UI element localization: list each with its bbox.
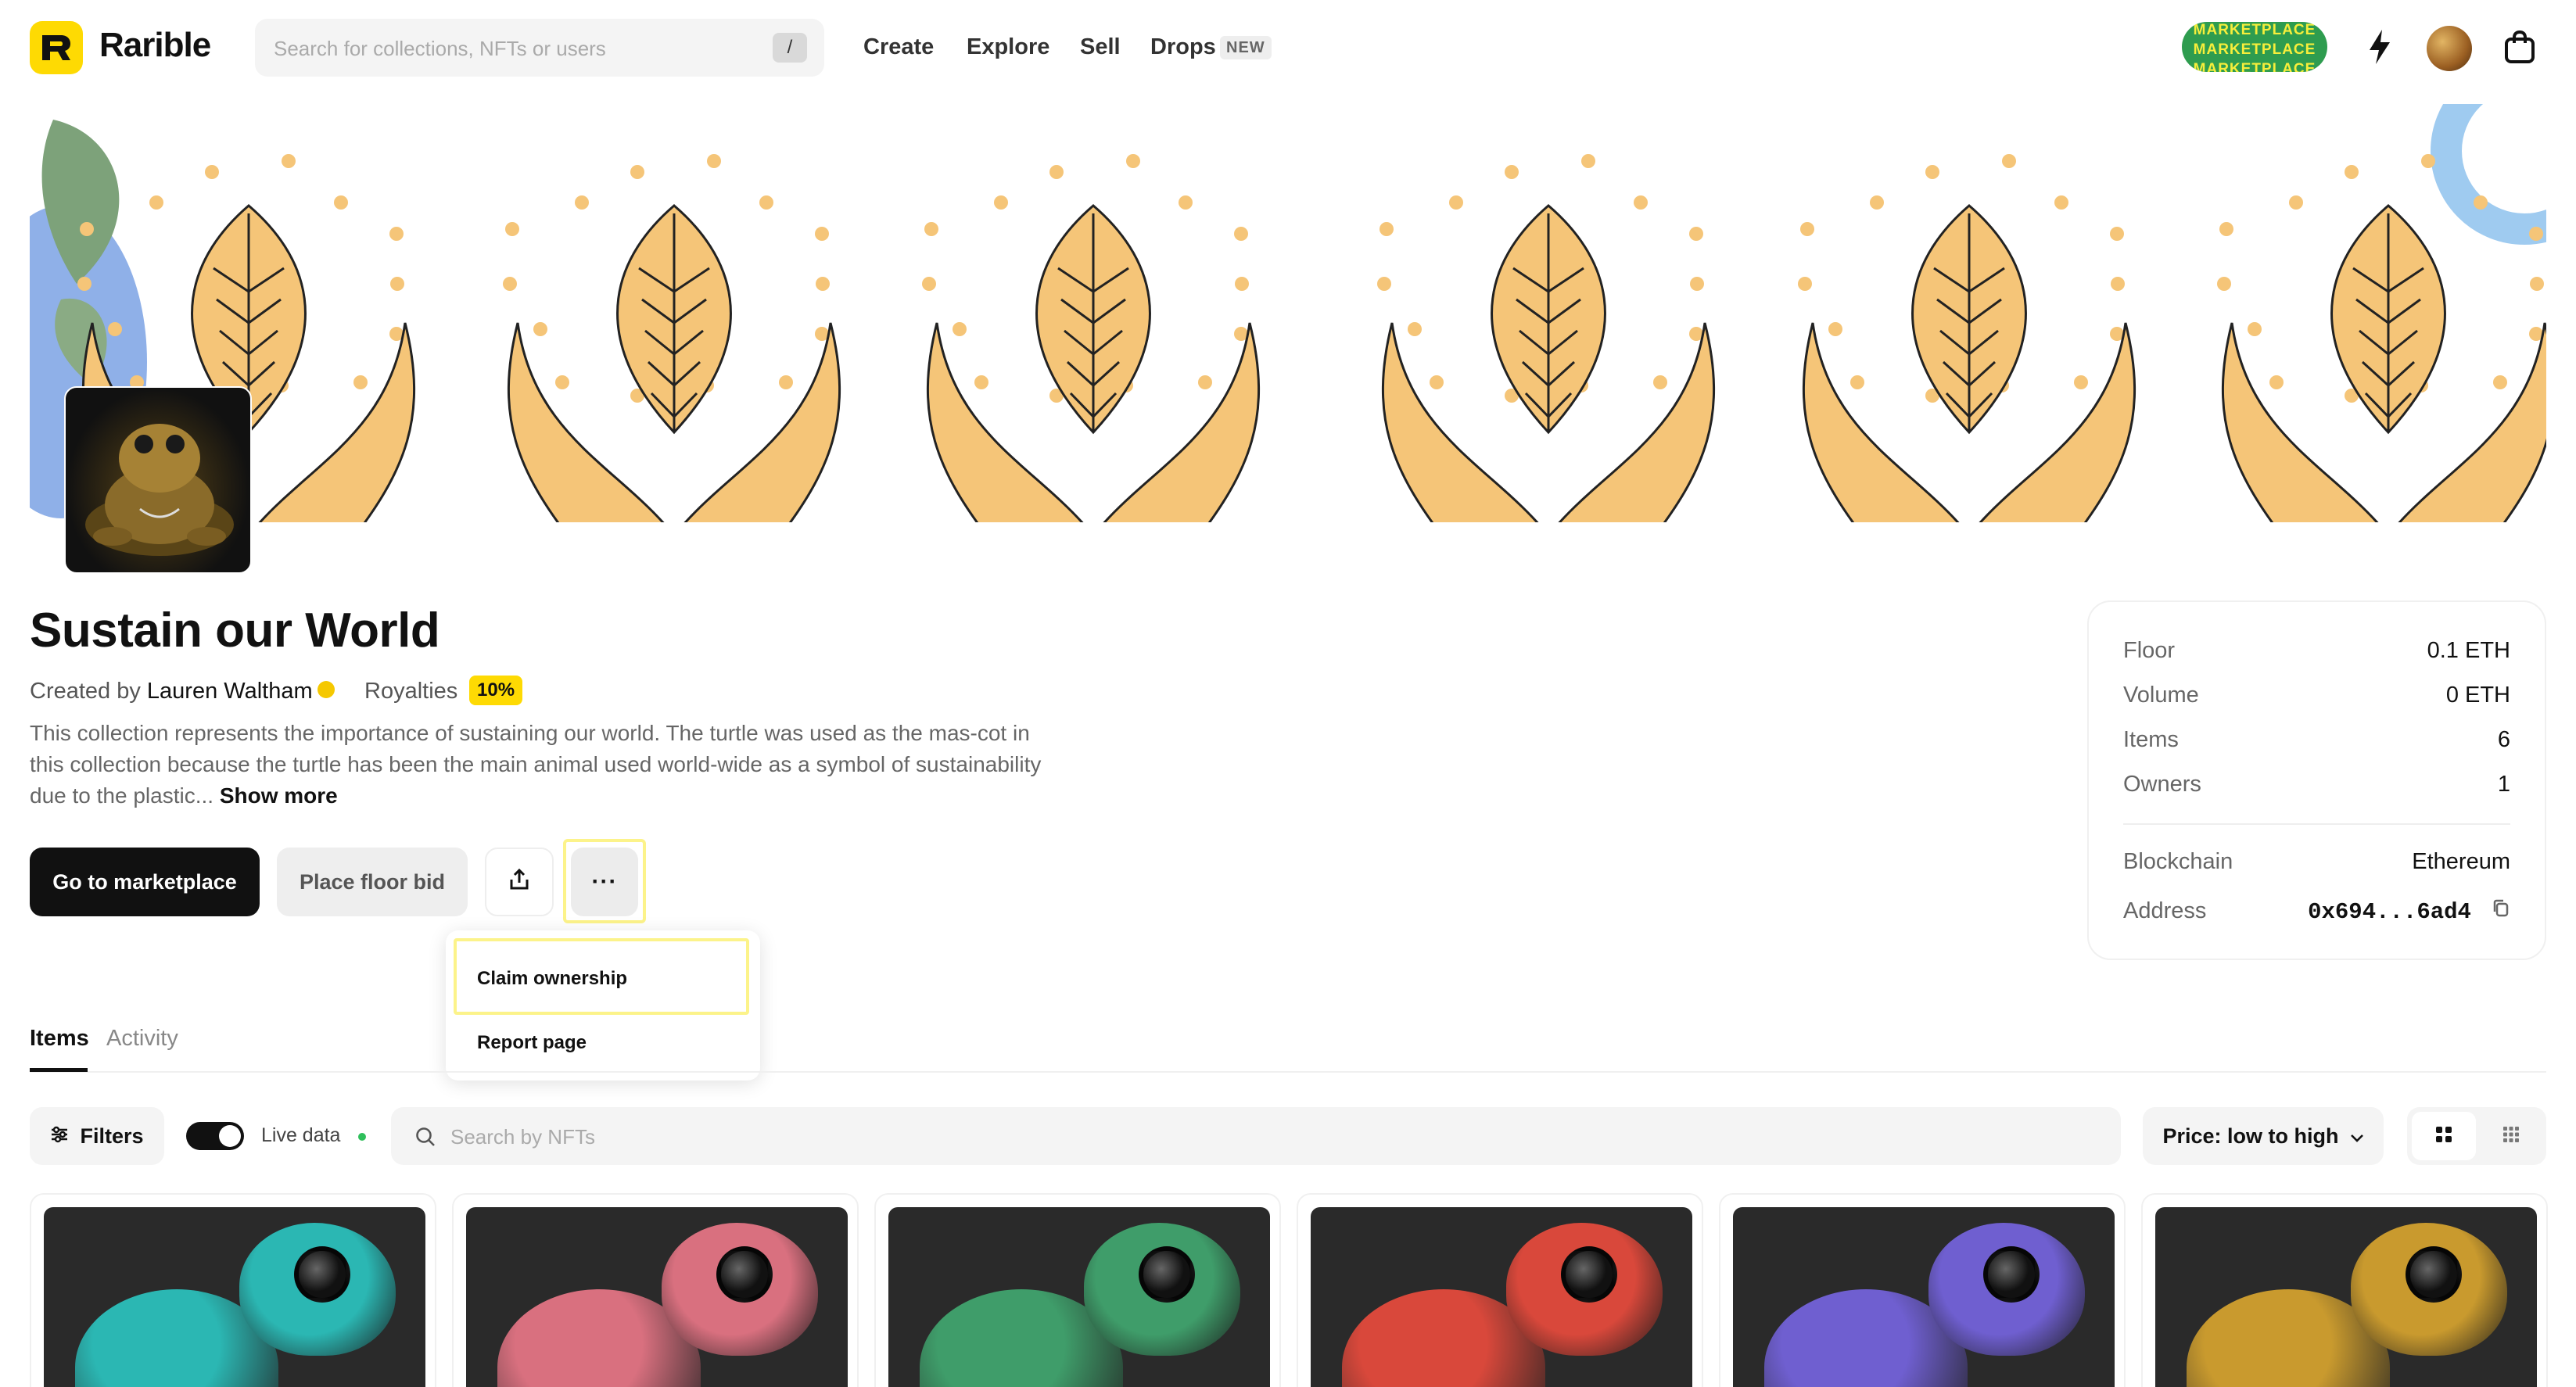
stat-label: Address [2123,898,2207,923]
new-badge: NEW [1220,36,1272,59]
nft-image [1311,1207,1692,1387]
turtle-eye [2406,1246,2462,1303]
tab-activity[interactable]: Activity [106,1026,178,1052]
nft-card[interactable] [30,1193,436,1387]
nft-image [1733,1207,2115,1387]
sort-dropdown[interactable]: Price: low to high [2143,1107,2384,1165]
nft-image [44,1207,425,1387]
sliders-icon [50,1124,69,1149]
banner-artwork [30,104,2546,522]
live-status-dot [358,1133,366,1141]
report-page-item[interactable]: Report page [477,1032,587,1054]
top-navbar: Rarible Search for collections, NFTs or … [0,0,2576,95]
nft-card[interactable] [1719,1193,2126,1387]
lightning-icon[interactable] [2356,23,2403,70]
collection-stats-card: Floor 0.1 ETH Volume 0 ETH Items 6 Owner… [2087,600,2546,960]
nft-card[interactable] [452,1193,859,1387]
stat-value: 1 [2497,772,2510,797]
avatar[interactable] [2427,26,2472,71]
rarible-logo-icon[interactable] [30,21,83,74]
stat-label: Blockchain [2123,849,2233,874]
share-button[interactable] [485,848,554,916]
stat-label: Volume [2123,683,2199,708]
nft-image [888,1207,1270,1387]
marketplace-badge-line: MARKETPLACE [2193,41,2316,58]
stat-value: 0 ETH [2445,683,2510,708]
logo-text[interactable]: Rarible [99,26,211,65]
stat-label: Items [2123,727,2179,752]
contract-address: 0x694...6ad4 [2308,899,2471,925]
more-options-menu: Claim ownership Report page [446,930,760,1081]
highlight-box [563,839,646,923]
turtle-eye [1561,1246,1617,1303]
stat-value: Ethereum [2412,849,2510,874]
tabs-divider [30,1071,2546,1073]
search-shortcut-key: / [773,33,807,63]
collection-avatar [64,386,252,574]
collection-title: Sustain our World [30,604,440,658]
stat-value: 6 [2497,727,2510,752]
nav-explore[interactable]: Explore [967,34,1049,60]
live-data-toggle[interactable] [186,1122,244,1150]
divider [2123,823,2510,825]
nav-create[interactable]: Create [863,34,934,60]
active-tab-indicator [30,1068,88,1072]
turtle-eye [1139,1246,1195,1303]
tab-items[interactable]: Items [30,1026,89,1052]
place-floor-bid-button[interactable]: Place floor bid [277,848,468,916]
turtle-eye [294,1246,350,1303]
marketplace-badge[interactable]: MARKETPLACE MARKETPLACE MARKETPLACE [2182,22,2327,72]
royalties-badge: 10% [469,676,523,705]
nft-search-input[interactable]: Search by NFTs [391,1107,2121,1165]
filters-label: Filters [80,1124,144,1148]
grid-view-toggle [2407,1107,2546,1165]
live-data-label: Live data [261,1124,341,1146]
marketplace-badge-line: MARKETPLACE [2193,61,2316,72]
marketplace-badge-line: MARKETPLACE [2193,22,2316,38]
nft-image [2155,1207,2537,1387]
stat-label: Floor [2123,638,2176,663]
large-grid-view-button[interactable] [2412,1112,2476,1160]
search-icon [414,1126,436,1152]
stat-value: 0.1 ETH [2427,638,2510,663]
show-more-link[interactable]: Show more [220,783,338,808]
bag-icon[interactable] [2496,23,2543,70]
nft-card[interactable] [2141,1193,2548,1387]
royalties-label: Royalties [364,679,458,704]
share-icon [508,868,530,897]
nft-card[interactable] [874,1193,1281,1387]
verified-icon [317,681,335,699]
turtle-eye [716,1246,773,1303]
created-by-label: Created by [30,679,141,704]
stat-label: Owners [2123,772,2201,797]
nft-search-placeholder: Search by NFTs [450,1125,595,1149]
collection-description: This collection represents the importanc… [30,718,1046,812]
creator-line: Created by Lauren Waltham [30,679,335,704]
claim-ownership-item[interactable]: Claim ownership [477,968,627,990]
copy-icon[interactable] [2492,898,2510,925]
search-placeholder: Search for collections, NFTs or users [274,37,606,60]
nft-card[interactable] [1297,1193,1703,1387]
turtle-eye [1983,1246,2040,1303]
address-value[interactable]: 0x694...6ad4 [2308,898,2510,925]
go-to-marketplace-button[interactable]: Go to marketplace [30,848,260,916]
sort-label: Price: low to high [2162,1124,2339,1148]
small-grid-view-button[interactable] [2479,1112,2543,1160]
collection-banner [30,104,2546,522]
grid-large-icon [2434,1125,2453,1148]
nft-image [466,1207,848,1387]
global-search-input[interactable]: Search for collections, NFTs or users / [255,19,824,77]
nav-sell[interactable]: Sell [1080,34,1121,60]
filters-button[interactable]: Filters [30,1107,164,1165]
creator-name-link[interactable]: Lauren Waltham [147,679,313,704]
nav-drops[interactable]: Drops [1150,34,1216,60]
description-text: This collection represents the importanc… [30,721,1042,808]
grid-small-icon [2502,1125,2520,1148]
chevron-down-icon [2350,1124,2364,1149]
